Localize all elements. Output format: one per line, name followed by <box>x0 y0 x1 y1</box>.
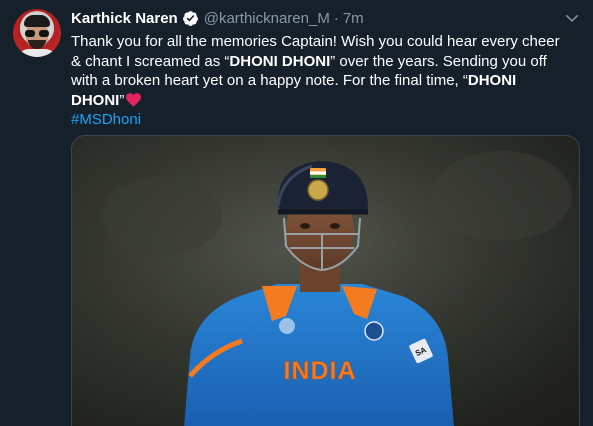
eye <box>300 223 310 229</box>
tweet-text-line-2: & chant I screamed as “DHONI DHONI” over… <box>71 52 581 72</box>
tweet-text-line-3: with a broken heart yet on a happy note.… <box>71 71 581 91</box>
author-handle[interactable]: @karthicknaren_M <box>204 10 330 27</box>
verified-badge-icon <box>182 10 198 26</box>
bold-chant: DHONI <box>71 91 120 109</box>
tweet[interactable]: Karthick Naren @karthicknaren_M · 7m Tha… <box>0 0 593 426</box>
author-name[interactable]: Karthick Naren <box>71 10 178 27</box>
timestamp[interactable]: 7m <box>343 10 364 27</box>
crowd-blur <box>102 176 222 256</box>
helmet-crest <box>307 179 329 201</box>
helmet-flag-stripe <box>310 171 326 175</box>
tweet-photo[interactable]: INDIA SA <box>71 135 580 426</box>
bold-chant: DHONI <box>467 72 517 90</box>
avatar-beard <box>28 40 46 49</box>
text-segment: with a broken heart yet on a happy note.… <box>71 72 468 90</box>
avatar[interactable] <box>13 9 61 57</box>
avatar-sunglasses <box>25 30 49 37</box>
avatar-hair <box>24 15 50 27</box>
red-heart-icon <box>126 92 142 107</box>
text-segment: ” <box>119 91 125 109</box>
text-segment: ” over the years. Sending you off <box>330 52 547 70</box>
hashtag-link[interactable]: #MSDhoni <box>71 110 581 130</box>
tweet-text: Thank you for all the memories Captain! … <box>71 32 581 130</box>
separator-dot: · <box>333 9 339 27</box>
eye <box>330 223 340 229</box>
bold-chant: DHONI DHONI <box>229 52 331 70</box>
crowd-blur <box>432 151 572 241</box>
photo-scene: INDIA SA <box>72 136 579 426</box>
chevron-down-icon[interactable] <box>563 9 581 27</box>
bcci-crest <box>364 321 384 341</box>
tweet-header: Karthick Naren @karthicknaren_M · 7m <box>71 8 364 28</box>
tweet-text-line-1: Thank you for all the memories Captain! … <box>71 33 560 50</box>
helmet-flag-stripe <box>310 175 326 178</box>
jersey-text: INDIA <box>283 357 356 385</box>
tweet-text-line-4: DHONI” <box>71 91 581 111</box>
avatar-shirt <box>17 49 57 57</box>
world-cup-logo <box>279 318 295 334</box>
text-segment: & chant I screamed as “ <box>71 52 230 70</box>
